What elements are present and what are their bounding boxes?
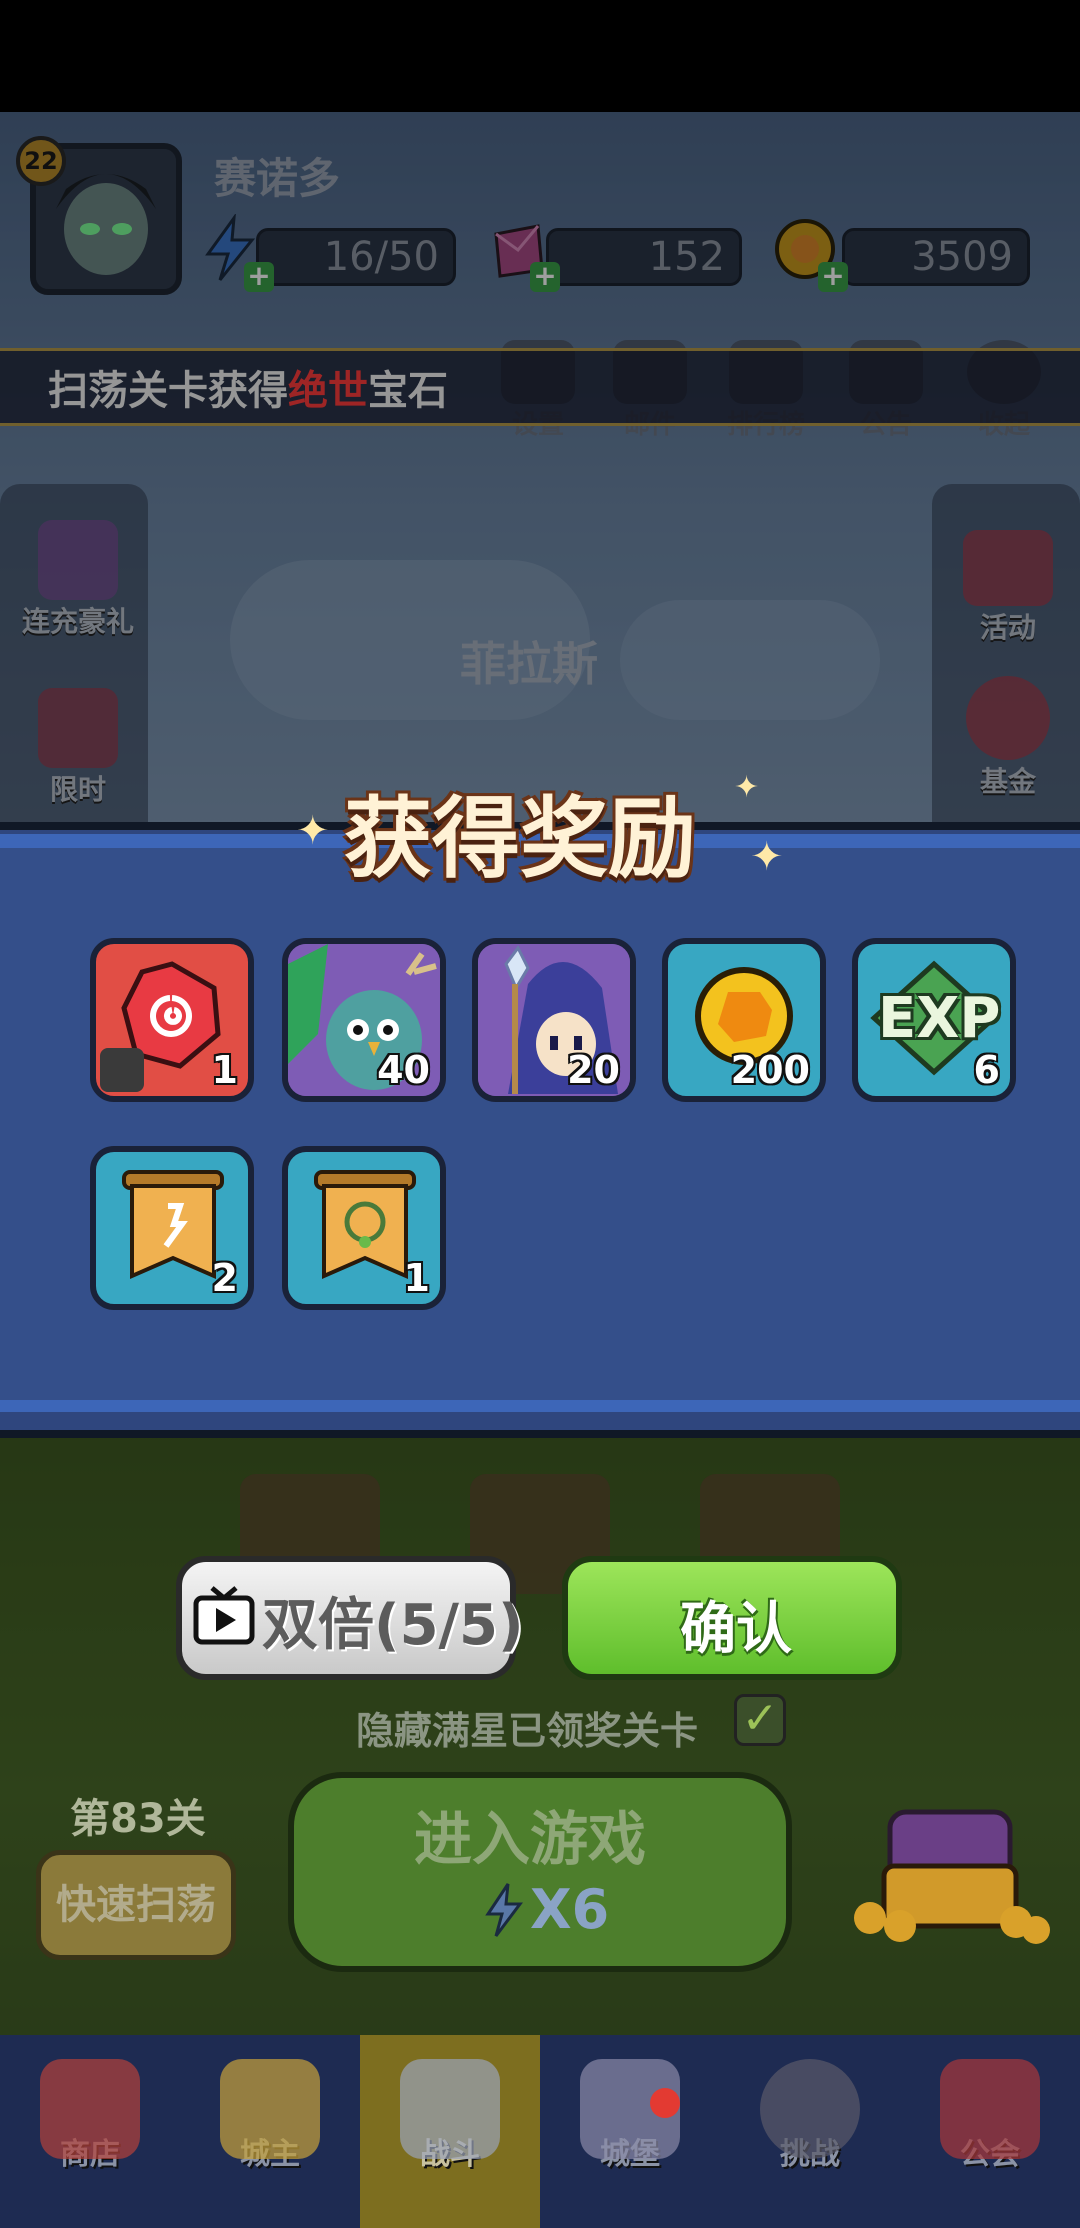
reward-count: 1 — [403, 1256, 430, 1300]
hide-completed-label: 隐藏满星已领奖关卡 — [356, 1709, 699, 1753]
treasure-chest-button[interactable] — [840, 1796, 1050, 1946]
sparkle-icon: ✦ — [734, 770, 760, 805]
reward-item-owl-hero[interactable]: 40 — [282, 938, 446, 1102]
reward-title: 获得奖励 — [344, 787, 697, 890]
crown-icon — [220, 2059, 320, 2159]
double-reward-label: 双倍(5/5) — [262, 1593, 524, 1658]
shop-icon — [40, 2059, 140, 2159]
reward-item-scroll-key[interactable]: 2 — [90, 1146, 254, 1310]
quick-sweep-button[interactable]: 快速扫荡 — [36, 1850, 236, 1960]
stage-number: 第83关 — [70, 1796, 206, 1842]
reward-count: 6 — [973, 1048, 1000, 1092]
sparkle-icon: ✦ — [296, 808, 330, 854]
reward-panel-body — [0, 834, 1080, 1410]
reward-count: 2 — [211, 1256, 238, 1300]
nav-shop[interactable]: 商店 — [0, 2035, 180, 2228]
exp-label: EXP — [878, 986, 1001, 1051]
lightning-icon — [485, 1883, 523, 1937]
hide-completed-checkbox[interactable]: ✓ — [734, 1694, 786, 1746]
reward-item-gold[interactable]: 200 — [662, 938, 826, 1102]
reward-count: 40 — [377, 1048, 430, 1092]
reward-count: 1 — [211, 1048, 238, 1092]
link-badge-icon — [100, 1048, 144, 1092]
devil-icon — [760, 2059, 860, 2159]
nav-castle[interactable]: 城堡 — [540, 2035, 720, 2228]
nav-battle[interactable]: 战斗 — [360, 2035, 540, 2228]
reward-count: 200 — [730, 1048, 810, 1092]
guild-banner-icon — [940, 2059, 1040, 2159]
treasure-chest-icon — [854, 1809, 1050, 1944]
crossed-swords-icon — [400, 2059, 500, 2159]
sparkle-icon: ✦ — [750, 834, 784, 880]
video-ad-icon — [193, 1586, 255, 1645]
reward-item-mage-hero[interactable]: 20 — [472, 938, 636, 1102]
reward-count: 20 — [567, 1048, 620, 1092]
nav-lord[interactable]: 城主 — [180, 2035, 360, 2228]
reward-item-scroll-necklace[interactable]: 1 — [282, 1146, 446, 1310]
enter-game-cost: X6 — [530, 1878, 610, 1941]
reward-item-red-gem[interactable]: 1 — [90, 938, 254, 1102]
reward-panel-bottom-edge — [0, 1400, 1080, 1412]
nav-challenge[interactable]: 挑战 — [720, 2035, 900, 2228]
enter-game-label: 进入游戏 — [414, 1805, 647, 1873]
status-bar — [0, 0, 1080, 112]
notification-dot — [650, 2088, 680, 2118]
confirm-label: 确认 — [680, 1597, 792, 1662]
nav-guild[interactable]: 公会 — [900, 2035, 1080, 2228]
reward-item-exp[interactable]: EXP 6 — [852, 938, 1016, 1102]
